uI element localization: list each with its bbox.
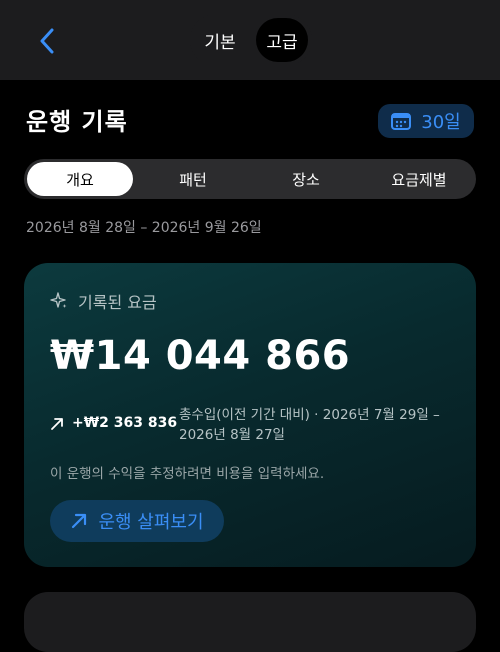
arrow-up-right-icon — [51, 418, 63, 430]
segment-basic[interactable]: 기본 — [194, 18, 246, 62]
tab-by-fare[interactable]: 요금제별 — [366, 162, 472, 196]
tab-places[interactable]: 장소 — [253, 162, 359, 196]
fares-card: 기록된 요금 ₩14 044 866 +₩2 363 836 총수입(이전 기간… — [24, 263, 476, 567]
delta-amount: +₩2 363 836 — [72, 415, 178, 431]
segment-advanced[interactable]: 고급 — [256, 18, 308, 62]
arrow-up-right-icon — [72, 513, 87, 529]
total-amount: ₩14 044 866 — [50, 333, 351, 379]
explore-trips-button[interactable]: 운행 살펴보기 — [50, 500, 224, 542]
sparkle-icon — [50, 292, 67, 308]
range-button[interactable]: 30일 — [378, 104, 474, 138]
chevron-left-icon — [40, 28, 54, 54]
tab-patterns[interactable]: 패턴 — [140, 162, 246, 196]
explore-label: 운행 살펴보기 — [98, 512, 204, 533]
section-tabs: 개요 패턴 장소 요금제별 — [24, 159, 476, 199]
card-heading: 기록된 요금 — [78, 293, 157, 312]
range-label: 30일 — [421, 112, 461, 133]
date-range: 2026년 8월 28일 – 2026년 9월 26일 — [26, 220, 262, 236]
top-bar: 기본 고급 — [0, 0, 500, 80]
card-header: 기록된 요금 — [50, 289, 157, 313]
next-card — [24, 592, 476, 652]
main-content: 운행 기록 30일 개요 패턴 장소 요금제별 2026년 8월 28일 – 2… — [0, 80, 500, 652]
back-button[interactable] — [30, 24, 64, 58]
mode-segmented-control: 기본 고급 — [190, 14, 312, 66]
page-title: 운행 기록 — [26, 108, 128, 136]
calendar-icon — [391, 113, 412, 130]
delta-description: 총수입(이전 기간 대비) · 2026년 7월 29일 – 2026년 8월 … — [179, 407, 440, 443]
cost-hint: 이 운행의 수익을 추정하려면 비용을 입력하세요. — [50, 466, 325, 482]
tab-overview[interactable]: 개요 — [27, 162, 133, 196]
